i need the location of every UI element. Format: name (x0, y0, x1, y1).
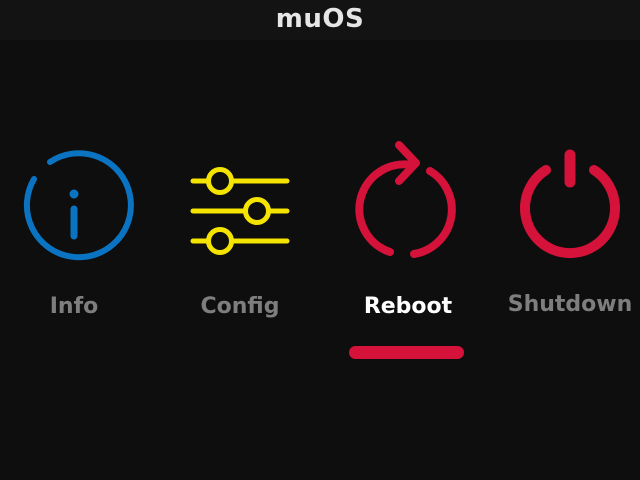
info-circle-icon (23, 150, 134, 261)
menu-label-shutdown: Shutdown (507, 292, 633, 317)
menu-item-shutdown[interactable]: Shutdown (490, 140, 640, 340)
main-menu-screen: muOS Info Config Reboot Shutdown (0, 0, 640, 480)
menu-item-config[interactable]: Config (160, 140, 320, 340)
menu-item-reboot[interactable]: Reboot (328, 138, 488, 338)
menu-label-reboot: Reboot (363, 294, 453, 319)
power-icon (520, 149, 620, 259)
selection-indicator (349, 346, 464, 359)
menu-label-config: Config (200, 294, 280, 319)
menu-item-info[interactable]: Info (0, 140, 154, 340)
app-title: muOS (275, 4, 365, 34)
sliders-icon (190, 167, 290, 255)
title-bar: muOS (0, 0, 640, 40)
reboot-icon (355, 141, 456, 258)
menu-label-info: Info (49, 294, 99, 319)
